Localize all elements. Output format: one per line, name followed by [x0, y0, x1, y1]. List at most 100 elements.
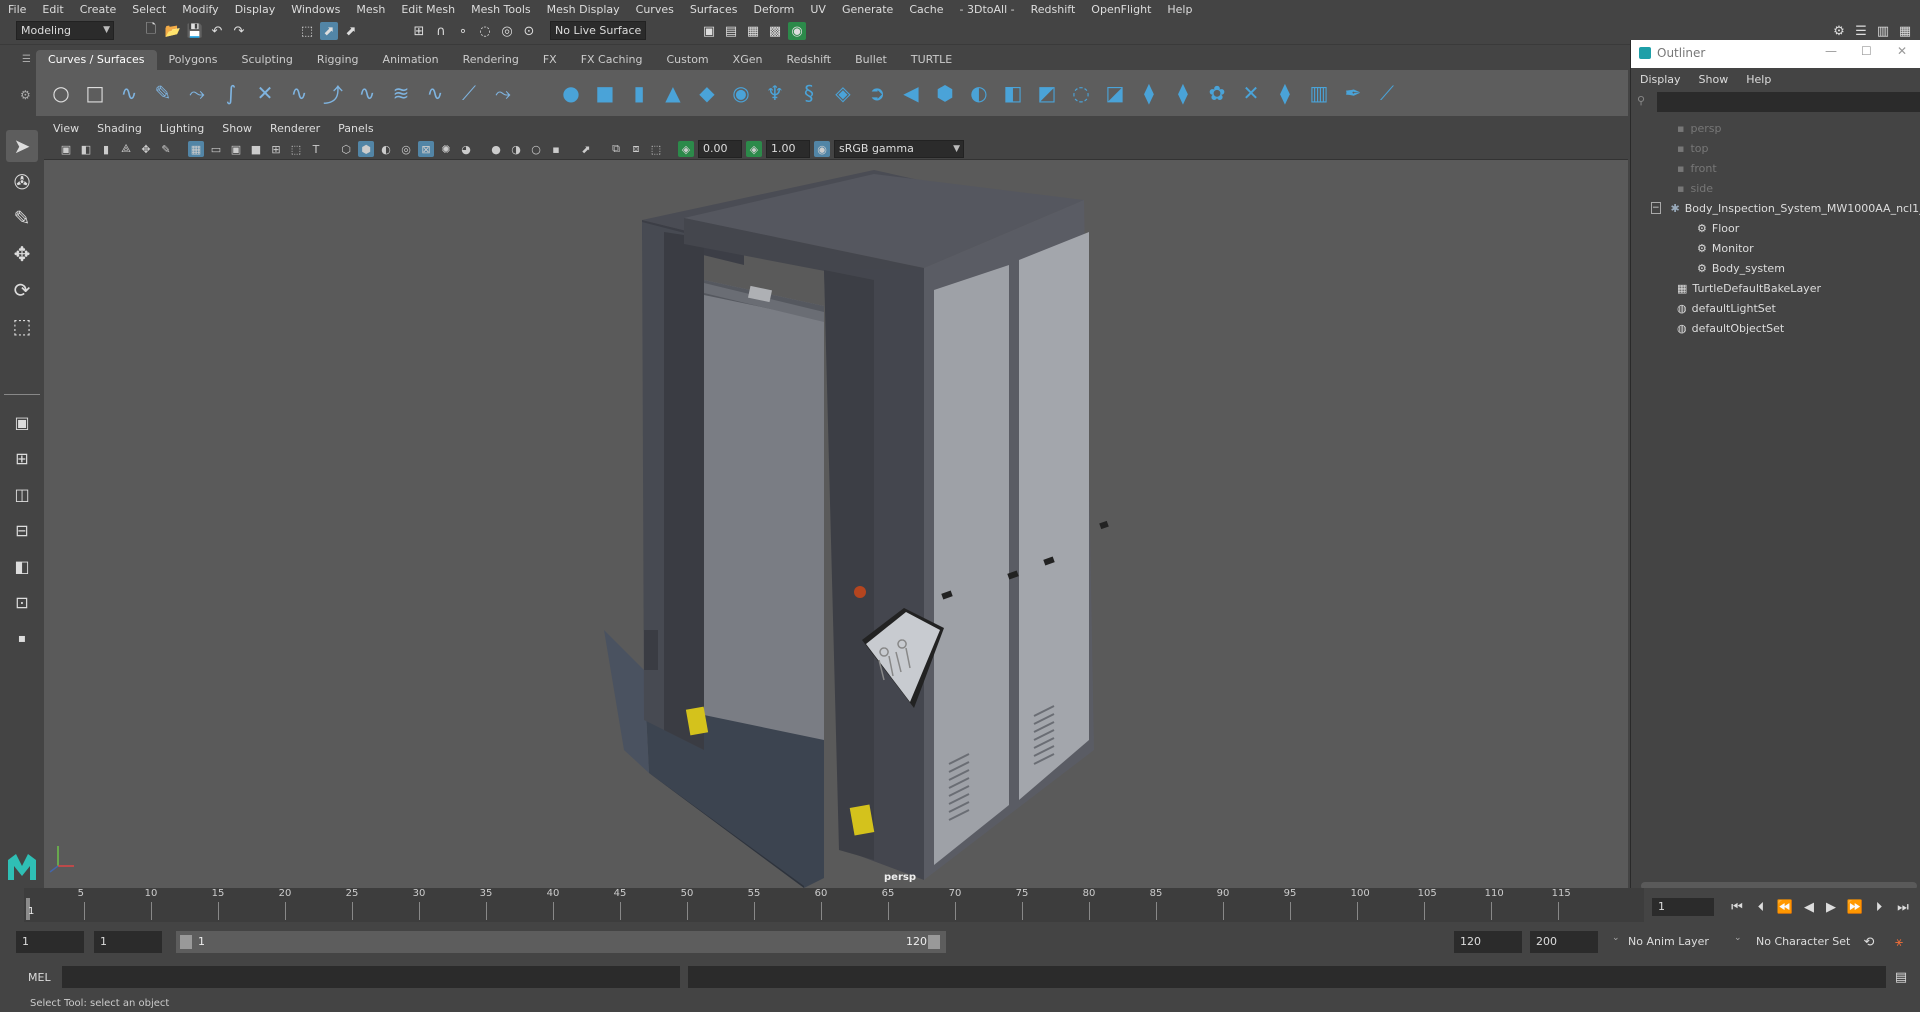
menu-mesh[interactable]: Mesh: [348, 3, 393, 16]
panel-menu-panels[interactable]: Panels: [329, 122, 382, 135]
extend-curve-icon[interactable]: ∿: [354, 80, 380, 106]
gamma-field[interactable]: 1.00: [766, 140, 810, 158]
outliner-menu-help[interactable]: Help: [1737, 73, 1780, 86]
panel-menu-renderer[interactable]: Renderer: [261, 122, 329, 135]
char-set-label[interactable]: No Character Set: [1756, 935, 1850, 948]
shadows-icon[interactable]: ◕: [458, 141, 474, 157]
panel-menu-show[interactable]: Show: [213, 122, 261, 135]
use-all-lights-icon[interactable]: ✺: [438, 141, 454, 157]
planar-icon[interactable]: ◈: [830, 80, 856, 106]
menu-mesh-display[interactable]: Mesh Display: [539, 3, 628, 16]
outliner-item-top[interactable]: ▪ top: [1631, 138, 1920, 158]
shelf-tab-fx-caching[interactable]: FX Caching: [569, 50, 655, 70]
step-forward-frame-icon[interactable]: ⏩: [1846, 898, 1864, 916]
maximize-icon[interactable]: ☐: [1861, 44, 1872, 58]
open-scene-icon[interactable]: 📂: [164, 22, 182, 40]
offset-curve-icon[interactable]: ≋: [388, 80, 414, 106]
menu-mesh-tools[interactable]: Mesh Tools: [463, 3, 539, 16]
nurbs-cube-icon[interactable]: ■: [592, 80, 618, 106]
new-scene-icon[interactable]: 🗋: [142, 22, 160, 40]
outliner-menu-show[interactable]: Show: [1690, 73, 1738, 86]
select-camera-icon[interactable]: ▣: [58, 141, 74, 157]
move-tool-icon[interactable]: ✥: [6, 238, 38, 270]
current-frame-field[interactable]: 1: [1652, 898, 1714, 916]
playback-end-field[interactable]: 120: [1454, 931, 1522, 953]
go-to-end-icon[interactable]: ⏭: [1894, 898, 1912, 916]
extend-surface-icon[interactable]: ▥: [1306, 80, 1332, 106]
depth-of-field-icon[interactable]: ▪: [548, 141, 564, 157]
shelf-tab-sculpting[interactable]: Sculpting: [229, 50, 304, 70]
untrim-icon[interactable]: ⧫: [1136, 80, 1162, 106]
menu-modify[interactable]: Modify: [174, 3, 226, 16]
screen-space-ao-icon[interactable]: ●: [488, 141, 504, 157]
auto-key-icon[interactable]: ⟲: [1860, 933, 1878, 951]
nurbs-plane-icon[interactable]: ◆: [694, 80, 720, 106]
animation-end-field[interactable]: 200: [1530, 931, 1598, 953]
shelf-tab-rigging[interactable]: Rigging: [305, 50, 371, 70]
shelf-tab-polygons[interactable]: Polygons: [157, 50, 230, 70]
attribute-editor-toggle-icon[interactable]: ☰: [1852, 22, 1870, 40]
char-set-chevron-icon[interactable]: ⌄: [1734, 933, 1742, 943]
shelf-tab-xgen[interactable]: XGen: [721, 50, 775, 70]
birail-icon[interactable]: ◀: [898, 80, 924, 106]
detach-surfaces-icon[interactable]: ✿: [1204, 80, 1230, 106]
nurbs-cylinder-icon[interactable]: ▮: [626, 80, 652, 106]
panel-menu-view[interactable]: View: [44, 122, 88, 135]
ep-curve-icon[interactable]: ✎: [150, 80, 176, 106]
tool-settings-toggle-icon[interactable]: ▥: [1874, 22, 1892, 40]
persp-outliner-layout-icon[interactable]: ◫: [6, 478, 38, 510]
undo-icon[interactable]: ↶: [208, 22, 226, 40]
exposure-icon[interactable]: ◈: [678, 141, 694, 157]
outliner-search-input[interactable]: [1657, 92, 1920, 112]
square-surface-icon[interactable]: ◧: [1000, 80, 1026, 106]
exposure-field[interactable]: 0.00: [698, 140, 742, 158]
loft-icon[interactable]: §: [796, 80, 822, 106]
intersect-surfaces-icon[interactable]: ◌: [1068, 80, 1094, 106]
shelf-tab-curves-surfaces[interactable]: Curves / Surfaces: [36, 50, 157, 70]
perspective-viewport[interactable]: persp: [44, 160, 1628, 888]
menu-file[interactable]: File: [0, 3, 34, 16]
shelf-tab-turtle[interactable]: TURTLE: [899, 50, 964, 70]
sculpt-geometry-icon[interactable]: ✒: [1340, 80, 1366, 106]
shelf-tab-redshift[interactable]: Redshift: [774, 50, 843, 70]
gamma-icon[interactable]: ◈: [746, 141, 762, 157]
extrude-icon[interactable]: ➲: [864, 80, 890, 106]
project-curve-icon[interactable]: ◩: [1034, 80, 1060, 106]
color-management-icon[interactable]: ◉: [814, 141, 830, 157]
outliner-item-body-system[interactable]: ⚙ Body_system: [1631, 258, 1920, 278]
play-backwards-icon[interactable]: ◀: [1800, 898, 1818, 916]
hypershade-icon[interactable]: ▩: [766, 22, 784, 40]
outliner-item-monitor[interactable]: ⚙ Monitor: [1631, 238, 1920, 258]
panel-menu-lighting[interactable]: Lighting: [151, 122, 213, 135]
playback-start-field[interactable]: 1: [94, 931, 162, 953]
channel-box-toggle-icon[interactable]: ▦: [1896, 22, 1914, 40]
shelf-tab-bullet[interactable]: Bullet: [843, 50, 899, 70]
menu-display[interactable]: Display: [227, 3, 284, 16]
menu-redshift[interactable]: Redshift: [1023, 3, 1084, 16]
four-view-layout-icon[interactable]: ⊞: [6, 442, 38, 474]
snap-view-plane-icon[interactable]: ◎: [498, 22, 516, 40]
rotate-tool-icon[interactable]: ⟳: [6, 274, 38, 306]
xray-active-icon[interactable]: ⧈: [628, 141, 644, 157]
menu-windows[interactable]: Windows: [283, 3, 348, 16]
menu-uv[interactable]: UV: [802, 3, 834, 16]
menu-surfaces[interactable]: Surfaces: [682, 3, 746, 16]
animation-start-field[interactable]: 1: [16, 931, 84, 953]
render-current-icon[interactable]: ▣: [700, 22, 718, 40]
image-plane-icon[interactable]: ⟁: [118, 141, 134, 157]
menu-select[interactable]: Select: [124, 3, 174, 16]
isolate-select-icon[interactable]: ⬈: [578, 141, 594, 157]
menu-edit-mesh[interactable]: Edit Mesh: [393, 3, 463, 16]
xray-joints-icon[interactable]: ⬚: [648, 141, 664, 157]
bookmark-icon[interactable]: ▮: [98, 141, 114, 157]
nurbs-torus-icon[interactable]: ◉: [728, 80, 754, 106]
snap-curve-icon[interactable]: ∩: [432, 22, 450, 40]
outliner-item-turtle-bake-layer[interactable]: ▦ TurtleDefaultBakeLayer: [1631, 278, 1920, 298]
boundary-icon[interactable]: ◐: [966, 80, 992, 106]
nurbs-cone-icon[interactable]: ▲: [660, 80, 686, 106]
snap-grid-icon[interactable]: ⊞: [410, 22, 428, 40]
step-forward-key-icon[interactable]: ⏵: [1870, 898, 1888, 916]
outliner-item-front[interactable]: ▪ front: [1631, 158, 1920, 178]
safe-action-icon[interactable]: ⬚: [288, 141, 304, 157]
menu-create[interactable]: Create: [72, 3, 125, 16]
